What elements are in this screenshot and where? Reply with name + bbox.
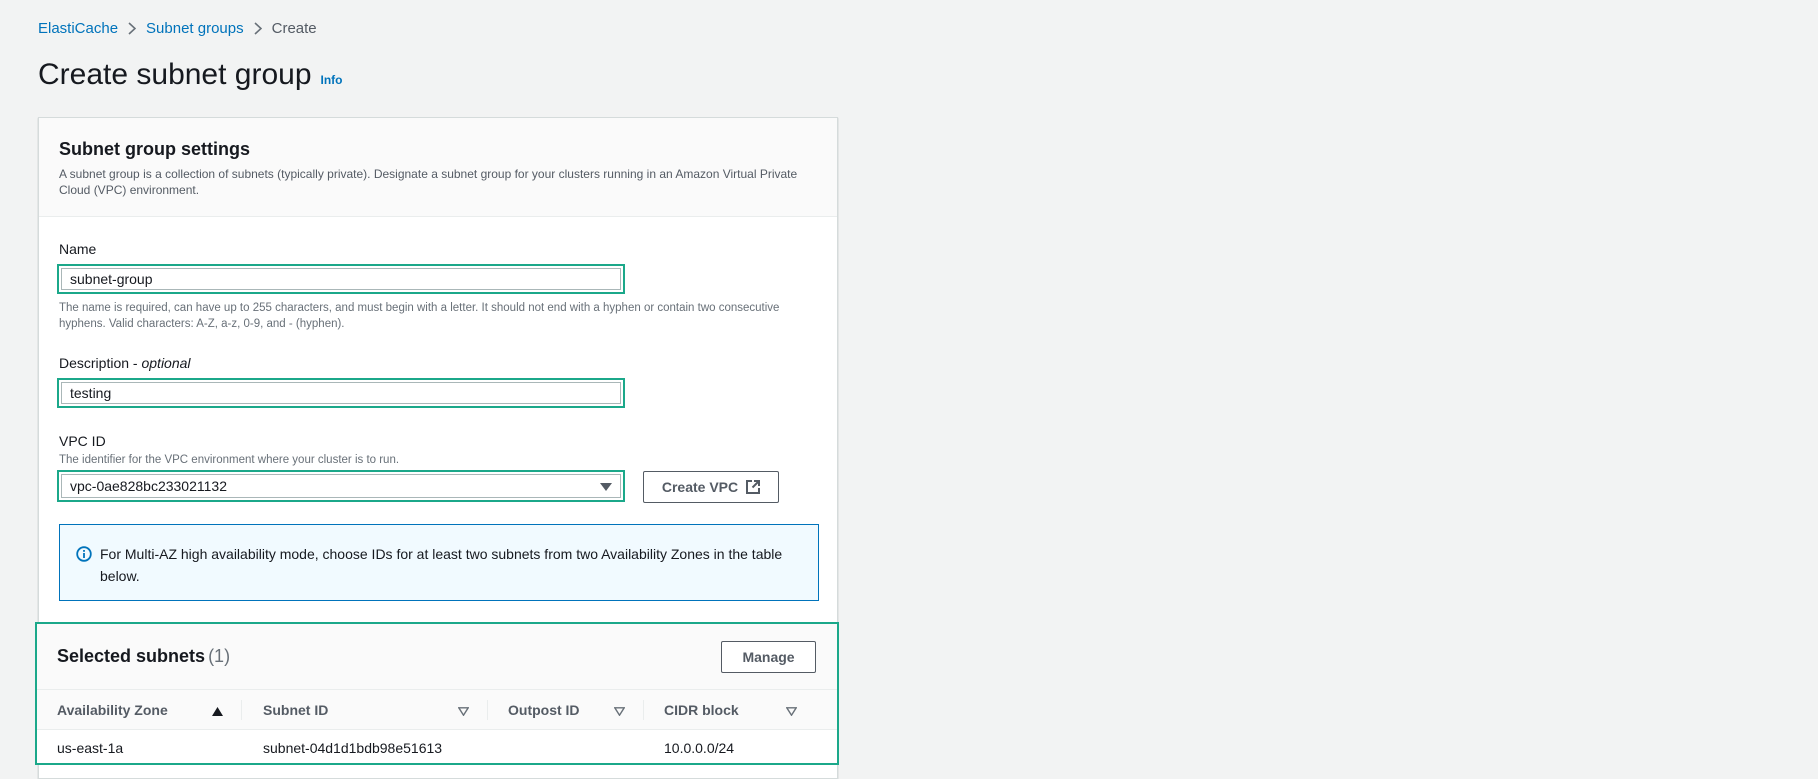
column-outpost-id-label: Outpost ID [508, 702, 580, 718]
selected-subnets-title-text: Selected subnets [57, 646, 206, 666]
description-field-wrapper [57, 378, 625, 408]
column-divider [643, 700, 644, 720]
description-label-text: Description - [59, 355, 138, 371]
column-cidr-block-label: CIDR block [664, 702, 739, 718]
table-row: us-east-1a subnet-04d1d1bdb98e51613 10.0… [37, 730, 837, 766]
column-divider [487, 700, 488, 720]
column-cidr-block[interactable]: CIDR block [664, 690, 809, 730]
external-link-icon [746, 480, 761, 494]
page-header: Create subnet group Info [38, 58, 343, 92]
caret-down-icon [600, 478, 612, 494]
table-header: Availability Zone Subnet ID Outpost ID C… [37, 690, 837, 730]
name-hint: The name is required, can have up to 255… [59, 302, 780, 330]
selected-subnets-count: (1) [208, 646, 231, 666]
selected-subnets-header: Selected subnets (1) Manage [37, 624, 837, 690]
breadcrumb-subnet-groups[interactable]: Subnet groups [146, 20, 244, 37]
cell-subnet-id: subnet-04d1d1bdb98e51613 [263, 740, 443, 756]
breadcrumb-current: Create [271, 20, 317, 37]
settings-description: A subnet group is a collection of subnet… [59, 167, 798, 197]
page-title: Create subnet group [38, 58, 312, 91]
name-field-wrapper [57, 264, 625, 294]
info-link[interactable]: Info [321, 73, 343, 87]
column-availability-zone-label: Availability Zone [57, 702, 168, 718]
name-label: Name [59, 241, 97, 257]
selected-subnets-panel: Selected subnets (1) Manage Availability … [35, 622, 839, 765]
vpc-id-hint: The identifier for the VPC environment w… [59, 454, 400, 466]
info-circle-icon [76, 546, 92, 582]
alert-text: For Multi-AZ high availability mode, cho… [100, 546, 783, 584]
selected-subnets-title: Selected subnets (1) [57, 646, 230, 667]
column-subnet-id[interactable]: Subnet ID [263, 690, 481, 730]
optional-label: optional [141, 355, 191, 371]
description-label: Description - optional [59, 355, 191, 371]
settings-header: Subnet group settings A subnet group is … [39, 118, 837, 217]
vpc-id-select[interactable]: vpc-0ae828bc233021132 [61, 474, 621, 498]
create-vpc-label: Create VPC [661, 479, 739, 495]
subnet-group-settings-panel: Subnet group settings A subnet group is … [35, 117, 839, 779]
description-input[interactable] [61, 382, 621, 404]
breadcrumb-elasticache[interactable]: ElastiCache [38, 20, 118, 37]
breadcrumb: ElastiCache Subnet groups Create [38, 20, 317, 37]
chevron-right-icon [128, 22, 137, 35]
create-vpc-button[interactable]: Create VPC [643, 471, 779, 503]
sort-icon [613, 703, 626, 719]
vpc-select-wrapper: vpc-0ae828bc233021132 [57, 470, 625, 502]
column-outpost-id[interactable]: Outpost ID [508, 690, 637, 730]
cell-availability-zone: us-east-1a [57, 740, 124, 756]
chevron-right-icon [254, 22, 262, 35]
sort-ascending-icon [212, 703, 223, 719]
manage-button[interactable]: Manage [721, 641, 816, 673]
cell-cidr-block: 10.0.0.0/24 [664, 740, 735, 756]
name-input[interactable] [61, 268, 621, 290]
column-divider [241, 700, 242, 720]
sort-icon [785, 703, 798, 719]
sort-icon [457, 703, 470, 719]
vpc-id-value: vpc-0ae828bc233021132 [70, 478, 227, 494]
settings-title: Subnet group settings [59, 139, 250, 159]
vpc-id-label: VPC ID [59, 433, 106, 449]
multi-az-info-alert: For Multi-AZ high availability mode, cho… [59, 524, 819, 601]
column-availability-zone[interactable]: Availability Zone [57, 690, 235, 730]
column-subnet-id-label: Subnet ID [263, 702, 329, 718]
